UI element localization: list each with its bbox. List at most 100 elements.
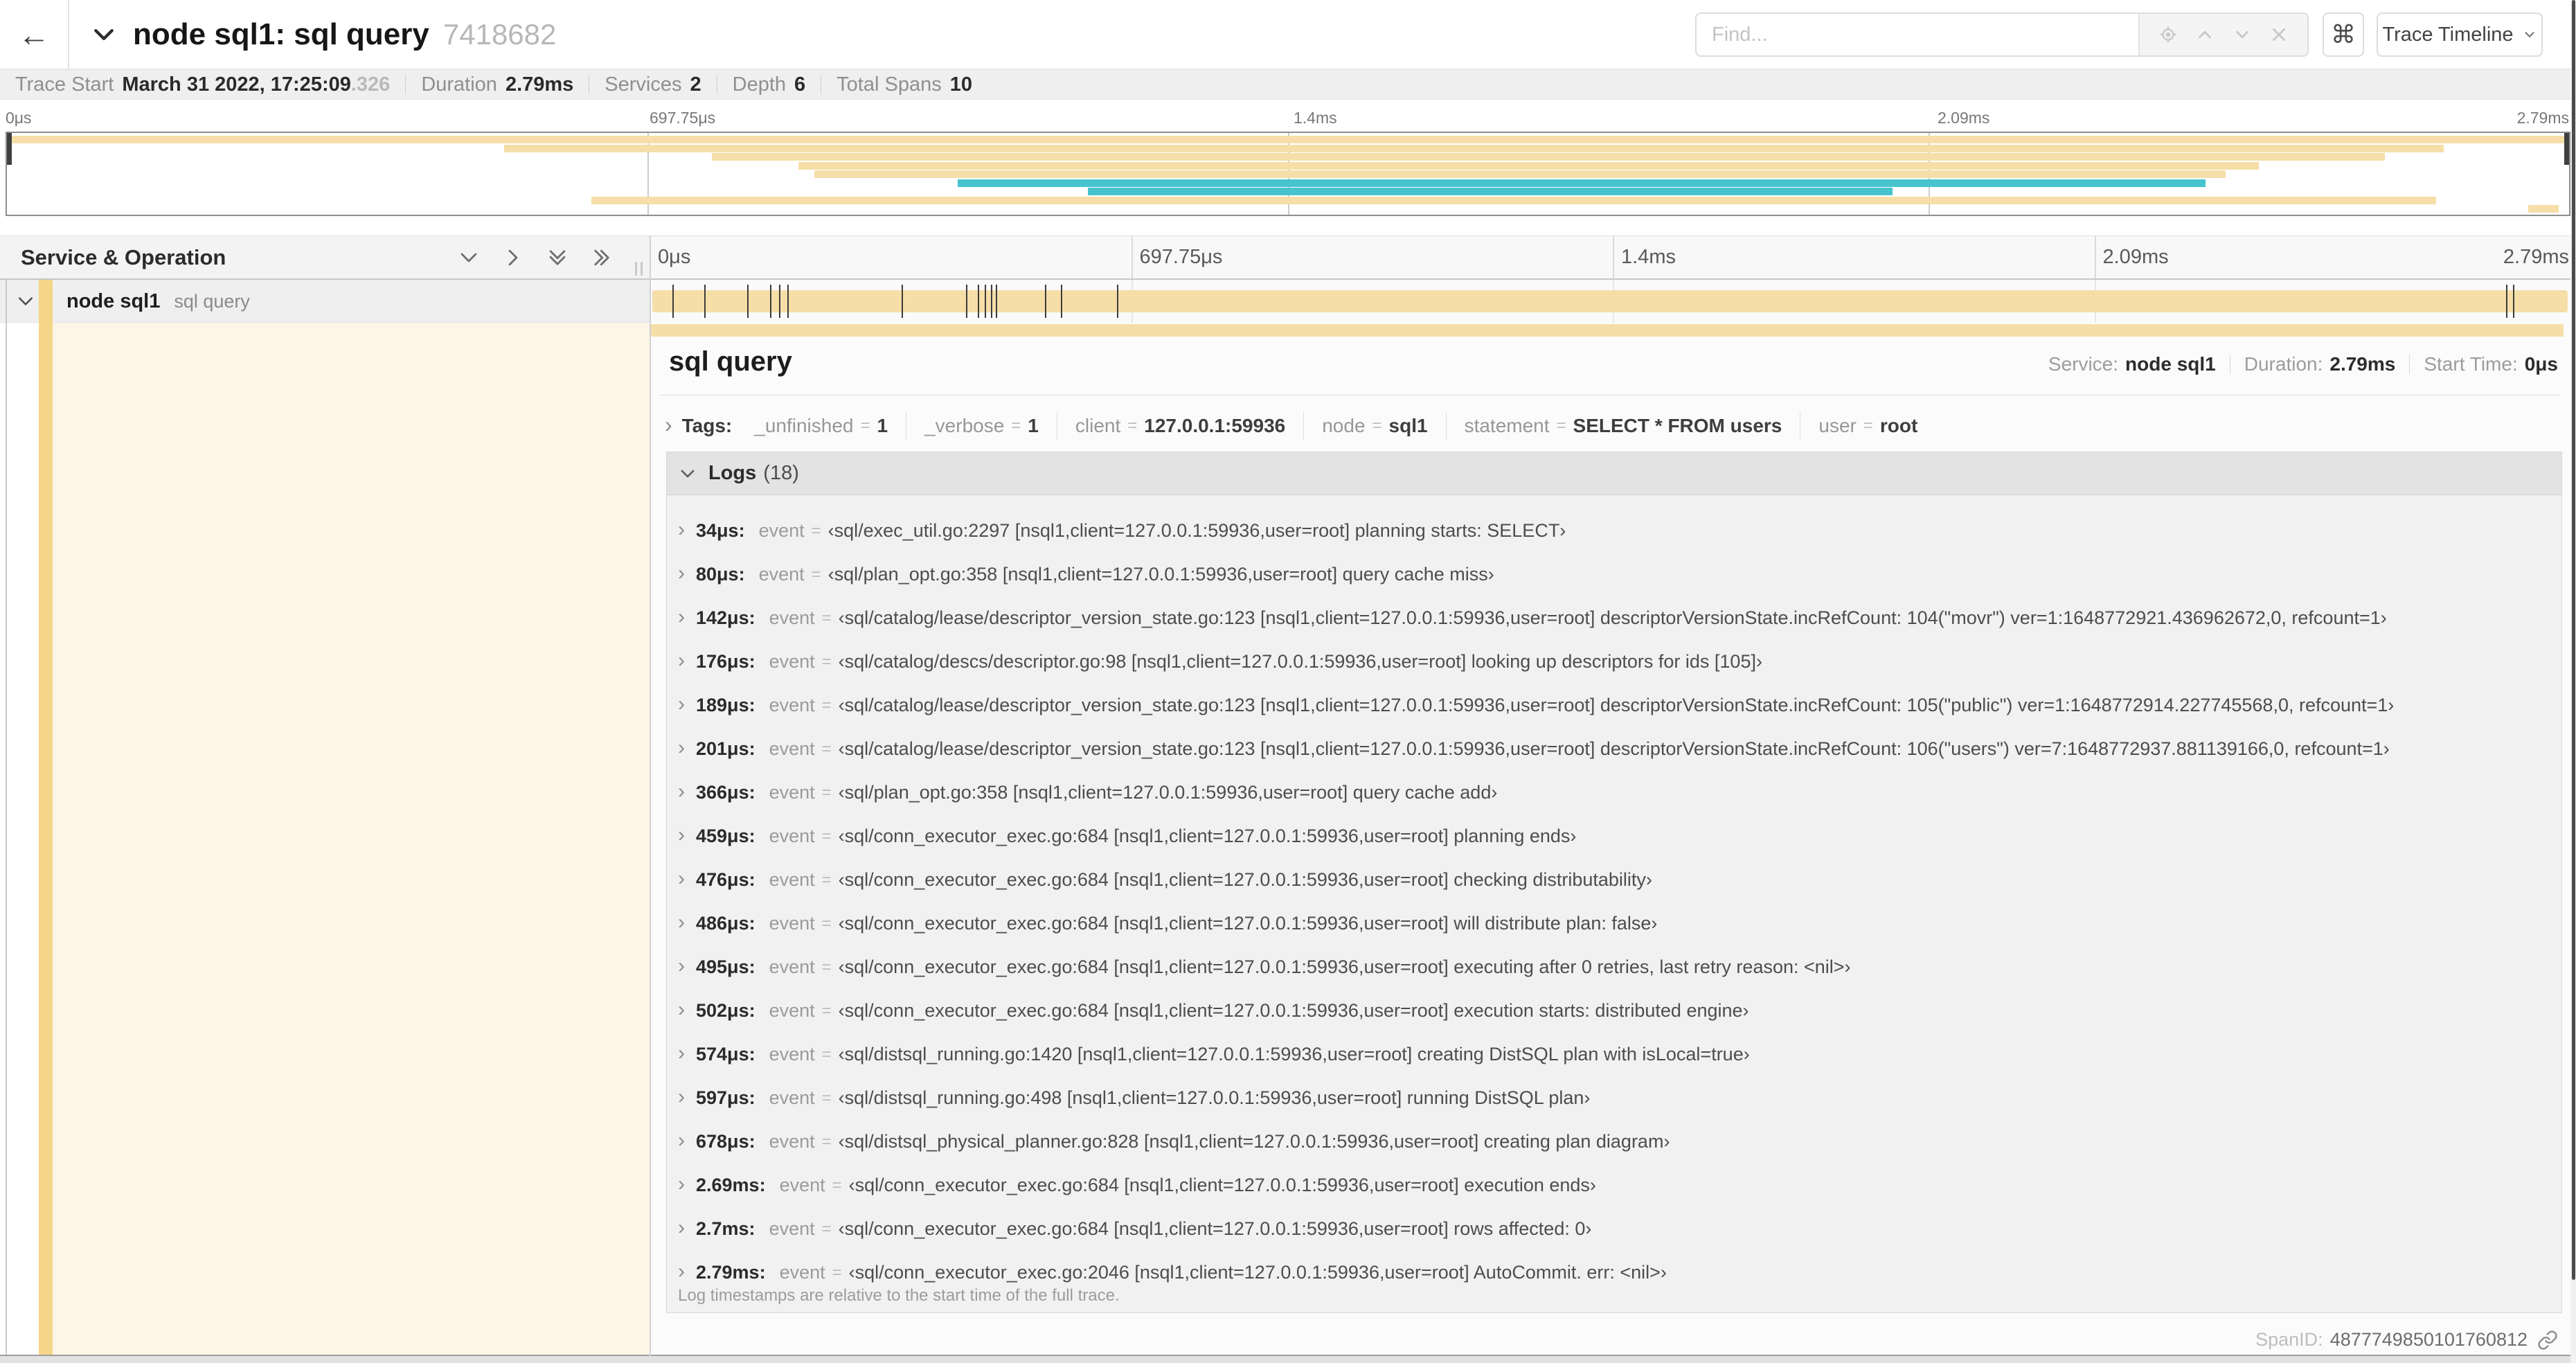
- log-timestamp: 495μs:: [696, 956, 755, 977]
- log-expand-chevron-right-icon[interactable]: ›: [678, 780, 685, 803]
- view-options-dropdown[interactable]: Trace Timeline: [2377, 12, 2543, 57]
- prev-match-chevron-up-icon[interactable]: [2194, 24, 2215, 45]
- expand-all-double-chevron-right-icon[interactable]: [590, 246, 614, 269]
- log-expand-chevron-right-icon[interactable]: ›: [678, 649, 685, 672]
- log-expand-chevron-right-icon[interactable]: ›: [678, 911, 685, 934]
- tags-row[interactable]: › Tags: _unfinished = 1 _verbose = 1 client = 12…: [662, 406, 2561, 446]
- span-collapse-chevron-down-icon[interactable]: [15, 291, 36, 312]
- log-row[interactable]: › 476μs: event = ‹sql/conn_executor_exec.go:…: [678, 858, 2561, 902]
- span-detail-meta: Service: node sql1 Duration: 2.79ms Star…: [2048, 353, 2558, 375]
- deep-link-icon[interactable]: [2537, 1330, 2558, 1351]
- service-operation-header: Service & Operation: [0, 235, 650, 280]
- next-match-chevron-down-icon[interactable]: [2232, 24, 2253, 45]
- log-expand-chevron-right-icon[interactable]: ›: [678, 823, 685, 847]
- collapse-all-double-chevron-down-icon[interactable]: [546, 246, 569, 269]
- page-title: node sql1: sql query 7418682: [133, 0, 556, 69]
- log-equals: =: [811, 521, 821, 540]
- ruler-tick-label: 2.79ms: [2503, 246, 2569, 268]
- ruler-gridline: [1131, 236, 1133, 278]
- column-resizer-grip[interactable]: [635, 262, 643, 276]
- divider: [2409, 355, 2410, 374]
- tags-expand-chevron-right-icon[interactable]: ›: [665, 412, 672, 438]
- span-operation-name: sql query: [174, 290, 250, 312]
- log-expand-chevron-right-icon[interactable]: ›: [678, 736, 685, 760]
- log-expand-chevron-right-icon[interactable]: ›: [678, 1216, 685, 1240]
- log-expand-chevron-right-icon[interactable]: ›: [678, 1260, 685, 1283]
- log-expand-chevron-right-icon[interactable]: ›: [678, 998, 685, 1022]
- log-event-label: event: [769, 695, 815, 715]
- log-event-label: event: [758, 564, 805, 585]
- total-spans-label: Total Spans: [837, 73, 942, 96]
- log-row[interactable]: › 201μs: event = ‹sql/catalog/lease/descript…: [678, 727, 2561, 771]
- log-row[interactable]: › 142μs: event = ‹sql/catalog/lease/descript…: [678, 596, 2561, 640]
- log-row[interactable]: › 34μs: event = ‹sql/exec_util.go:2297 [nsql…: [678, 509, 2561, 553]
- log-row[interactable]: › 495μs: event = ‹sql/conn_executor_exec.go:…: [678, 945, 2561, 989]
- logs-collapse-chevron-down-icon[interactable]: [678, 464, 697, 483]
- log-row[interactable]: › 678μs: event = ‹sql/distsql_physical_plann…: [678, 1120, 2561, 1164]
- span-row-timeline-cell[interactable]: [650, 280, 2576, 323]
- log-equals: =: [832, 1263, 842, 1282]
- minimap-span-bar: [2528, 205, 2559, 213]
- tag-equals: =: [1372, 416, 1382, 435]
- ruler-tick-label: 0μs: [6, 109, 32, 127]
- scrollbar-thumb[interactable]: [2572, 0, 2575, 1280]
- collapse-one-chevron-down-icon[interactable]: [457, 246, 481, 269]
- log-row[interactable]: › 80μs: event = ‹sql/plan_opt.go:358 [nsql1,…: [678, 553, 2561, 596]
- log-event-value: ‹sql/conn_executor_exec.go:684 [nsql1,cl…: [838, 1218, 1592, 1239]
- log-expand-chevron-right-icon[interactable]: ›: [678, 693, 685, 716]
- ruler-tick-label: 697.75μs: [1139, 246, 1223, 268]
- span-duration-bar[interactable]: [652, 290, 2568, 312]
- minimap-canvas[interactable]: [6, 132, 2570, 216]
- trace-start-value: March 31 2022, 17:25:09: [122, 73, 351, 96]
- search-input[interactable]: Find...: [1697, 14, 2138, 55]
- log-event-value: ‹sql/catalog/descs/descriptor.go:98 [nsq…: [838, 651, 1762, 672]
- log-expand-chevron-right-icon[interactable]: ›: [678, 1173, 685, 1196]
- log-row[interactable]: › 366μs: event = ‹sql/plan_opt.go:358 [nsql1…: [678, 771, 2561, 814]
- log-row[interactable]: › 574μs: event = ‹sql/distsql_running.go:142…: [678, 1033, 2561, 1076]
- log-row[interactable]: › 502μs: event = ‹sql/conn_executor_exec.go:…: [678, 989, 2561, 1033]
- log-expand-chevron-right-icon[interactable]: ›: [678, 1085, 685, 1109]
- logs-header[interactable]: Logs (18): [667, 452, 2561, 495]
- log-event-value: ‹sql/conn_executor_exec.go:684 [nsql1,cl…: [838, 913, 1658, 934]
- log-event-label: event: [779, 1262, 825, 1283]
- tag-value: sql1: [1388, 415, 1428, 436]
- log-row[interactable]: › 2.69ms: event = ‹sql/conn_executor_exec.go…: [678, 1164, 2561, 1207]
- keyboard-shortcuts-button[interactable]: ⌘: [2323, 12, 2364, 57]
- log-expand-chevron-right-icon[interactable]: ›: [678, 954, 685, 978]
- log-expand-chevron-right-icon[interactable]: ›: [678, 518, 685, 542]
- tag-key: node: [1322, 415, 1366, 436]
- log-equals: =: [832, 1175, 842, 1195]
- ruler-tick-label: 1.4ms: [1294, 109, 1337, 127]
- expand-one-chevron-right-icon[interactable]: [501, 246, 525, 269]
- ruler-tick-label: 2.09ms: [2102, 246, 2169, 268]
- services-label: Services: [605, 73, 682, 96]
- span-row-name-cell[interactable]: node sql1 sql query: [0, 280, 650, 323]
- log-event-value: ‹sql/conn_executor_exec.go:684 [nsql1,cl…: [848, 1175, 1596, 1195]
- log-expand-chevron-right-icon[interactable]: ›: [678, 562, 685, 585]
- span-log-tick: [995, 285, 997, 318]
- log-row[interactable]: › 2.7ms: event = ‹sql/conn_executor_exec.go:…: [678, 1207, 2561, 1251]
- minimap-right-scrubber-handle[interactable]: [2564, 133, 2569, 165]
- log-row[interactable]: › 597μs: event = ‹sql/distsql_running.go:498…: [678, 1076, 2561, 1120]
- collapse-controls: [457, 246, 614, 269]
- log-expand-chevron-right-icon[interactable]: ›: [678, 1129, 685, 1152]
- log-expand-chevron-right-icon[interactable]: ›: [678, 605, 685, 629]
- log-row[interactable]: › 459μs: event = ‹sql/conn_executor_exec.go:…: [678, 814, 2561, 858]
- log-row[interactable]: › 176μs: event = ‹sql/catalog/descs/descript…: [678, 640, 2561, 684]
- log-expand-chevron-right-icon[interactable]: ›: [678, 867, 685, 891]
- log-equals: =: [821, 1001, 832, 1020]
- span-service-name: node sql1: [66, 289, 161, 312]
- log-row[interactable]: › 486μs: event = ‹sql/conn_executor_exec.go:…: [678, 902, 2561, 945]
- back-button[interactable]: ←: [0, 0, 69, 69]
- trace-collapse-chevron-icon[interactable]: [90, 21, 118, 48]
- locate-icon[interactable]: [2158, 24, 2179, 45]
- service-label: Service:: [2048, 353, 2119, 375]
- total-spans-value: 10: [949, 73, 972, 96]
- log-expand-chevron-right-icon[interactable]: ›: [678, 1042, 685, 1065]
- scrollbar-track[interactable]: [2570, 0, 2576, 1363]
- clear-search-x-icon[interactable]: [2269, 24, 2289, 45]
- minimap-left-scrubber-handle[interactable]: [7, 133, 12, 165]
- column-divider[interactable]: [650, 235, 651, 1356]
- log-row[interactable]: › 189μs: event = ‹sql/catalog/lease/descript…: [678, 684, 2561, 727]
- ruler-tick-label: 1.4ms: [1621, 246, 1676, 268]
